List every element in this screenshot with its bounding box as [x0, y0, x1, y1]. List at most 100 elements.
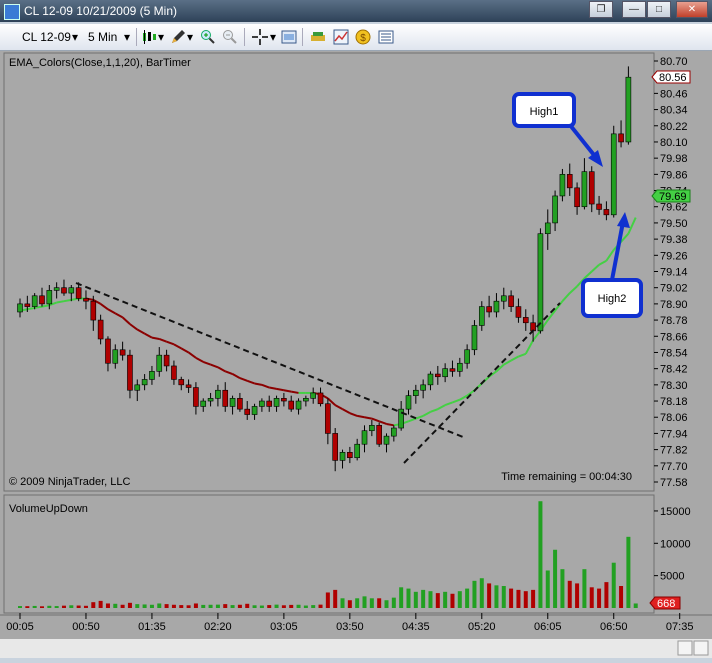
candle-body: [369, 425, 375, 432]
candle-body: [207, 398, 214, 402]
zoom-out-icon[interactable]: [222, 29, 238, 45]
time-tick-label: 00:05: [6, 621, 34, 633]
last-volume-badge: 668: [649, 596, 681, 610]
maximize-button[interactable]: □: [647, 1, 671, 18]
candle-body: [105, 338, 111, 364]
volume-bar: [413, 591, 418, 608]
price-tick-label: 80.70: [660, 56, 688, 68]
candle-body: [171, 365, 177, 380]
ema-segment: [41, 304, 50, 308]
toolbar-separator: [244, 28, 245, 46]
candle-body: [17, 303, 23, 313]
close-button[interactable]: ✕: [676, 1, 708, 18]
candle: [610, 125, 617, 218]
data-box-icon[interactable]: [281, 29, 297, 45]
volume-bar: [509, 588, 514, 608]
title-bar: CL 12-09 10/21/2009 (5 Min) ❐ — □ ✕: [0, 0, 712, 22]
chevron-down-icon[interactable]: ▾: [187, 30, 193, 44]
candle-body: [500, 295, 507, 302]
time-tick-label: 05:20: [468, 621, 496, 633]
candle-body: [552, 195, 558, 224]
candle-body: [119, 349, 126, 356]
price-tick-label: 77.94: [660, 428, 688, 440]
volume-bar: [252, 605, 257, 608]
chevron-down-icon[interactable]: ▾: [270, 30, 276, 44]
candle-body: [581, 171, 588, 208]
candlestick-style-icon[interactable]: [141, 29, 157, 45]
candle-body: [427, 373, 434, 386]
candle-body: [515, 306, 522, 318]
candle-body: [244, 408, 251, 415]
volume-bar: [575, 583, 580, 608]
candle-body: [193, 387, 199, 407]
properties-icon[interactable]: [378, 29, 394, 45]
drawing-pencil-icon[interactable]: [170, 29, 186, 45]
candle-body: [544, 222, 551, 235]
candle-body: [215, 389, 221, 399]
volume-tick-label: 10000: [660, 538, 691, 550]
candle-body: [24, 303, 31, 307]
candle-body: [259, 400, 265, 407]
candle-body: [97, 319, 104, 340]
volume-bar: [127, 602, 132, 608]
price-tick-label: 79.38: [660, 234, 688, 246]
crosshair-icon[interactable]: [252, 29, 268, 45]
minimize-button[interactable]: —: [622, 1, 646, 18]
candle-body: [156, 354, 163, 372]
volume-bar: [340, 598, 345, 608]
chart-area[interactable]: 80.7080.5880.4680.3480.2280.1079.9879.86…: [0, 51, 712, 658]
volume-bar: [25, 606, 30, 608]
indicator-label: EMA_Colors(Close,1,1,20), BarTimer: [9, 57, 191, 69]
price-tick-label: 79.26: [660, 250, 688, 262]
volume-bar: [91, 602, 96, 608]
volume-bar: [193, 603, 198, 608]
candle-body: [288, 400, 295, 410]
candle-body: [442, 368, 448, 378]
volume-bar: [384, 600, 389, 608]
time-tick-label: 03:05: [270, 621, 298, 633]
price-tick-label: 80.22: [660, 121, 688, 133]
scroll-right-button[interactable]: [693, 640, 709, 656]
ema-segment: [63, 298, 72, 303]
volume-bar: [39, 606, 44, 608]
zoom-in-icon[interactable]: [200, 29, 216, 45]
volume-bar: [208, 604, 213, 608]
volume-bar: [311, 605, 316, 608]
strategy-icon[interactable]: [310, 29, 326, 45]
order-icon[interactable]: $: [355, 29, 371, 45]
candle-body: [610, 133, 617, 216]
candle-body: [134, 384, 141, 391]
instrument-selector[interactable]: CL 12-09: [22, 30, 71, 44]
volume-bar: [604, 582, 609, 608]
candle: [625, 66, 632, 145]
price-tick-label: 80.34: [660, 105, 688, 117]
scroll-left-button[interactable]: [677, 640, 693, 656]
chart-canvas[interactable]: 80.7080.5880.4680.3480.2280.1079.9879.86…: [0, 51, 712, 658]
candle-body: [303, 398, 309, 402]
horizontal-scrollbar[interactable]: [0, 639, 712, 658]
candle-body: [435, 373, 441, 378]
volume-bar: [237, 604, 242, 608]
price-tick-label: 77.70: [660, 461, 688, 473]
volume-bar: [633, 603, 638, 608]
volume-bar: [296, 604, 301, 608]
volume-bar: [303, 605, 308, 608]
candle: [471, 320, 478, 356]
volume-bar: [245, 603, 250, 608]
volume-bar: [347, 600, 352, 608]
ema-segment: [283, 389, 292, 393]
volume-bar: [435, 593, 440, 608]
indicators-icon[interactable]: [333, 29, 349, 45]
volume-bar: [399, 587, 404, 608]
interval-selector[interactable]: 5 Min: [88, 30, 117, 44]
candle-body: [508, 295, 514, 307]
chevron-down-icon[interactable]: ▾: [124, 30, 130, 44]
price-tick-label: 77.82: [660, 445, 688, 457]
candle-body: [273, 398, 280, 407]
restore-button[interactable]: ❐: [589, 1, 613, 18]
volume-bar: [69, 605, 74, 608]
chevron-down-icon[interactable]: ▾: [72, 30, 78, 44]
candle-body: [149, 371, 155, 380]
chevron-down-icon[interactable]: ▾: [158, 30, 164, 44]
price-tick-label: 79.98: [660, 153, 688, 165]
